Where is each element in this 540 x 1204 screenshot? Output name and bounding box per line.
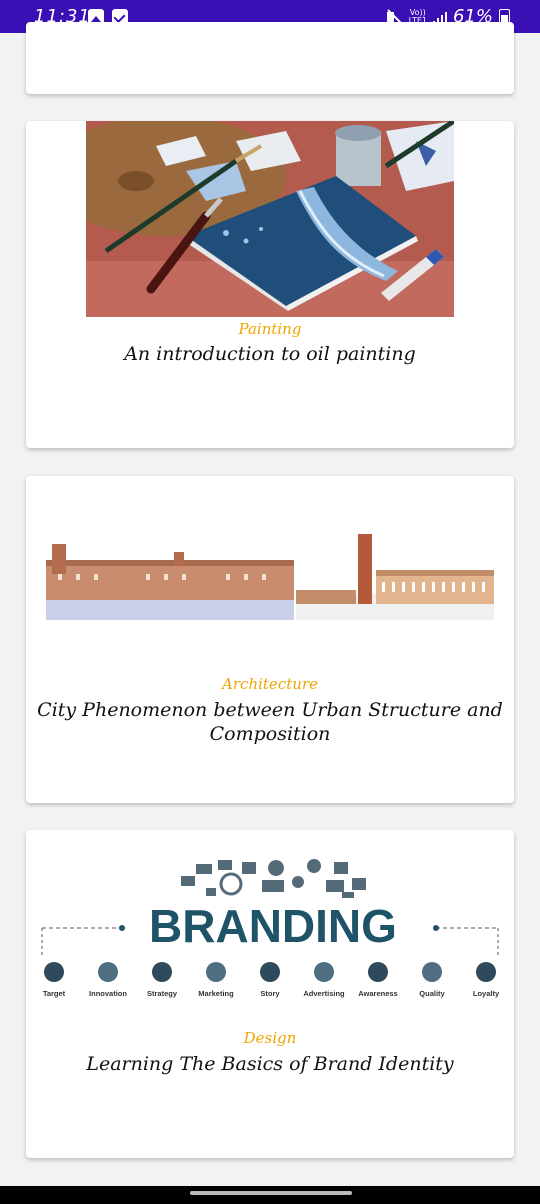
course-card-partial[interactable] [26, 22, 514, 94]
branding-step-label: Advertising [303, 989, 345, 998]
course-title: City Phenomenon between Urban Structure … [26, 698, 514, 746]
branding-step-label: Loyalty [473, 989, 500, 998]
course-category: Painting [238, 320, 302, 338]
branding-step-label: Target [43, 989, 66, 998]
course-image-architecture [46, 534, 494, 622]
branding-step-label: Quality [419, 989, 445, 998]
branding-step-label: Awareness [358, 989, 397, 998]
branding-step-label: Strategy [147, 989, 178, 998]
course-title: Learning The Basics of Brand Identity [86, 1053, 454, 1075]
navigation-bar [0, 1186, 540, 1204]
branding-step-icon [260, 962, 280, 982]
course-title-line-1: City Phenomenon between Urban Structure … [37, 699, 503, 721]
course-title: An introduction to oil painting [124, 343, 416, 365]
home-gesture-handle[interactable] [190, 1191, 352, 1195]
branding-step-icon [422, 962, 442, 982]
branding-step-icon [368, 962, 388, 982]
branding-step-icon [152, 962, 172, 982]
branding-step-label: Story [260, 989, 280, 998]
branding-step-icon [206, 962, 226, 982]
course-category: Design [243, 1029, 297, 1047]
course-card-design[interactable]: BRANDING Target Innovation Strategy Marketi… [26, 830, 514, 1158]
course-title-line-2: Composition [209, 723, 331, 745]
course-card-painting[interactable]: Painting An introduction to oil painting [26, 121, 514, 448]
branding-step-label: Marketing [198, 989, 234, 998]
course-category: Architecture [222, 675, 318, 693]
course-card-architecture[interactable]: Architecture City Phenomenon between Urb… [26, 476, 514, 803]
branding-step-icon [98, 962, 118, 982]
branding-step-icon [44, 962, 64, 982]
course-image-branding: BRANDING Target Innovation Strategy Marketi… [41, 859, 500, 998]
branding-step-icon [476, 962, 496, 982]
branding-step-label: Innovation [89, 989, 127, 998]
branding-step-icon [314, 962, 334, 982]
branding-word: BRANDING [149, 900, 397, 952]
course-image-painting [86, 121, 454, 317]
